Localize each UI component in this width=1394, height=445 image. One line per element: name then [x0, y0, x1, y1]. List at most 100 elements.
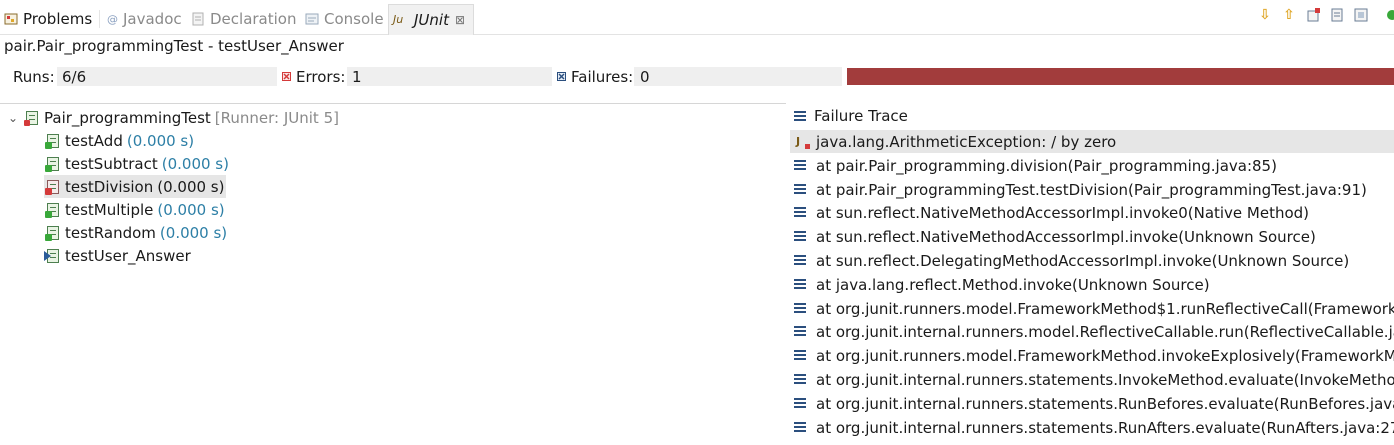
runs-value-box [57, 67, 277, 86]
stack-frame-icon [794, 326, 806, 337]
test-running-icon [44, 248, 61, 264]
test-error-icon [45, 179, 61, 195]
trace-line-text: at org.junit.internal.runners.statements… [816, 370, 1394, 389]
trace-line-text: at org.junit.runners.model.FrameworkMeth… [816, 346, 1394, 365]
stack-frame-icon [794, 422, 806, 433]
tab-junit[interactable]: Ju JUnit ⊠ [388, 4, 475, 35]
declaration-icon [191, 12, 205, 26]
test-row-testrandom[interactable]: testRandom (0.000 s) [45, 221, 227, 244]
test-time: (0.000 s) [159, 223, 228, 242]
failures-label: Failures: [571, 67, 634, 86]
failures-value: 0 [640, 67, 650, 86]
trace-frame-row[interactable]: at sun.reflect.NativeMethodAccessorImpl.… [790, 225, 1394, 248]
stack-frame-icon [794, 398, 806, 409]
test-row-testadd[interactable]: testAdd (0.000 s) [45, 129, 194, 152]
errors-value: 1 [352, 67, 362, 86]
trace-frame-row[interactable]: at pair.Pair_programming.division(Pair_p… [790, 154, 1394, 177]
runs-value: 6/6 [62, 67, 87, 86]
trace-line-text: java.lang.ArithmeticException: / by zero [816, 132, 1117, 151]
trace-line-text: at org.junit.runners.model.FrameworkMeth… [816, 299, 1394, 318]
trace-frame-row[interactable]: at org.junit.internal.runners.statements… [790, 368, 1394, 391]
junit-icon: Ju [393, 13, 404, 26]
test-time: (0.000 s) [126, 131, 195, 150]
suite-name: Pair_programmingTest [44, 108, 211, 127]
trace-frame-row[interactable]: at org.junit.runners.model.FrameworkMeth… [790, 344, 1394, 367]
test-name: testUser_Answer [65, 246, 191, 265]
test-time: (0.000 s) [161, 154, 229, 173]
scroll-lock-icon[interactable] [1328, 6, 1346, 24]
stack-trace-icon [794, 110, 806, 122]
trace-frame-row[interactable]: at org.junit.runners.model.FrameworkMeth… [790, 297, 1394, 320]
test-passed-icon [45, 202, 61, 218]
test-run-title: pair.Pair_programmingTest - testUser_Ans… [4, 37, 344, 55]
close-icon[interactable]: ⊠ [455, 13, 465, 27]
failure-trace-title: Failure Trace [814, 107, 908, 125]
history-icon[interactable] [1352, 6, 1370, 24]
trace-frame-row[interactable]: at org.junit.internal.runners.statements… [790, 416, 1394, 439]
test-name: testAdd [65, 131, 123, 150]
tab-javadoc[interactable]: @ Javadoc [106, 5, 182, 33]
chevron-down-icon[interactable]: ⌄ [8, 111, 22, 125]
test-row-testmultiple[interactable]: testMultiple (0.000 s) [45, 198, 225, 221]
trace-frame-row[interactable]: at sun.reflect.DelegatingMethodAccessorI… [790, 249, 1394, 272]
stack-frame-icon [794, 207, 806, 218]
run-indicator-icon [1386, 6, 1394, 24]
test-passed-icon [45, 133, 61, 149]
previous-failure-icon[interactable]: ⇧ [1280, 6, 1298, 24]
tree-root-row[interactable]: ⌄ Pair_programmingTest [Runner: JUnit 5] [8, 106, 339, 129]
failure-trace-header: Failure Trace [794, 104, 908, 128]
tab-label: Declaration [210, 10, 297, 28]
stack-frame-icon [794, 279, 806, 290]
test-suite-icon [24, 110, 40, 126]
test-time: (0.000 s) [157, 177, 225, 196]
console-icon [305, 12, 319, 26]
tab-label: Javadoc [123, 10, 182, 28]
view-tab-bar: Problems @ Javadoc Declaration Console J… [0, 0, 1394, 35]
svg-text:@: @ [107, 13, 118, 26]
tab-problems[interactable]: Problems [4, 5, 92, 33]
trace-frame-row[interactable]: at java.lang.reflect.Method.invoke(Unkno… [790, 273, 1394, 296]
trace-frame-row[interactable]: at sun.reflect.NativeMethodAccessorImpl.… [790, 201, 1394, 224]
show-failures-only-icon[interactable] [1304, 6, 1322, 24]
test-passed-icon [45, 225, 61, 241]
test-name: testSubtract [65, 154, 158, 173]
error-icon [282, 72, 291, 81]
trace-exception-row[interactable]: Jjava.lang.ArithmeticException: / by zer… [790, 130, 1394, 153]
test-row-testsubtract[interactable]: testSubtract (0.000 s) [45, 152, 229, 175]
runs-label: Runs: [13, 67, 55, 86]
tab-console[interactable]: Console [305, 5, 384, 33]
errors-stat: Errors: [282, 66, 345, 87]
trace-frame-row[interactable]: at org.junit.internal.runners.statements… [790, 392, 1394, 415]
tab-separator [99, 10, 100, 28]
failure-icon [557, 72, 566, 81]
trace-line-text: at sun.reflect.NativeMethodAccessorImpl.… [816, 203, 1310, 222]
stack-frame-icon [794, 184, 806, 195]
next-failure-icon[interactable]: ⇩ [1256, 6, 1274, 24]
javadoc-icon: @ [106, 12, 118, 26]
tab-declaration[interactable]: Declaration [191, 5, 296, 33]
stack-frame-icon [794, 160, 806, 171]
junit-toolbar: ⇩ ⇧ [1256, 6, 1394, 24]
trace-line-text: at pair.Pair_programmingTest.testDivisio… [816, 180, 1367, 199]
trace-frame-row[interactable]: at org.junit.internal.runners.model.Refl… [790, 320, 1394, 343]
failure-trace-pane: Failure Trace Jjava.lang.ArithmeticExcep… [790, 103, 1394, 445]
stack-frame-icon [794, 303, 806, 314]
trace-frame-row[interactable]: at pair.Pair_programmingTest.testDivisio… [790, 178, 1394, 201]
stack-frame-icon [794, 350, 806, 361]
stack-frame-icon [794, 231, 806, 242]
test-row-testuser-answer[interactable]: testUser_Answer [44, 244, 191, 267]
test-passed-icon [45, 156, 61, 172]
tab-label: JUnit [414, 11, 449, 29]
runner-label: [Runner: JUnit 5] [214, 108, 339, 127]
errors-label: Errors: [296, 67, 346, 86]
test-time: (0.000 s) [157, 200, 225, 219]
failures-stat: Failures: [557, 66, 633, 87]
trace-line-text: at java.lang.reflect.Method.invoke(Unkno… [816, 275, 1210, 294]
test-progress-bar [847, 68, 1394, 85]
tab-label: Problems [23, 10, 93, 28]
tab-label: Console [324, 10, 384, 28]
test-name: testMultiple [65, 200, 154, 219]
test-row-testdivision[interactable]: testDivision (0.000 s) [44, 175, 227, 198]
test-name: testDivision [65, 177, 154, 196]
stack-frame-icon [794, 374, 806, 385]
